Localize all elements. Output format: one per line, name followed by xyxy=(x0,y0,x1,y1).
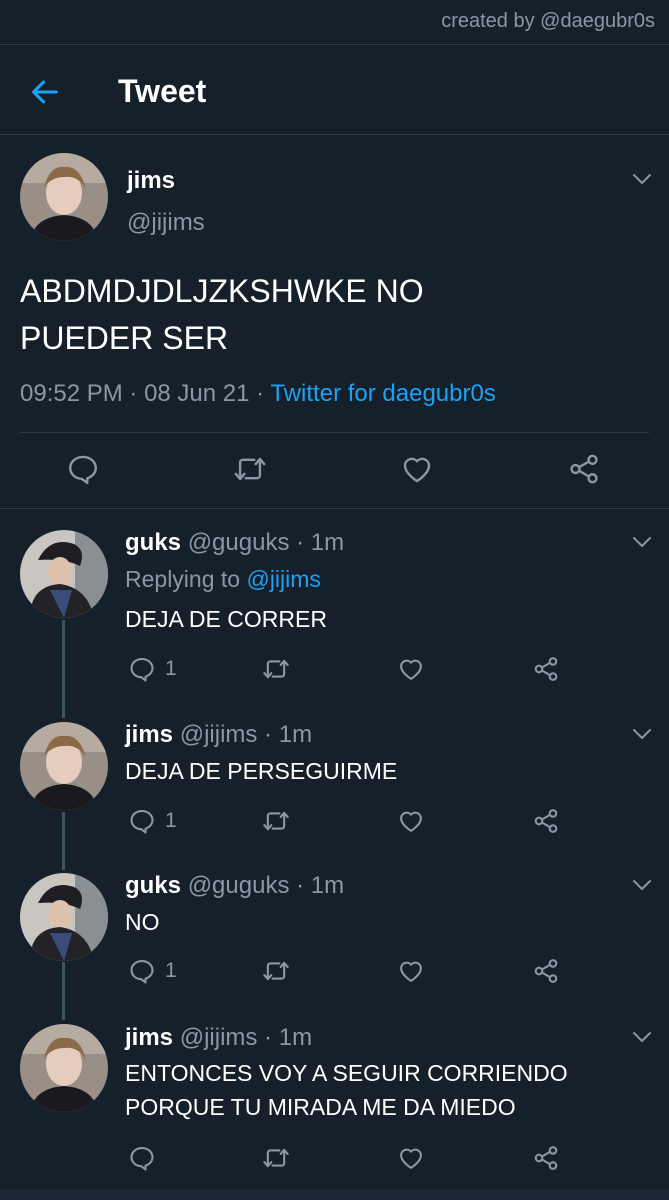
avatar[interactable] xyxy=(20,722,108,810)
author-handle[interactable]: @jijims xyxy=(180,721,258,748)
author-handle[interactable]: @jijims xyxy=(180,1024,258,1051)
avatar[interactable] xyxy=(20,530,108,618)
reply-count: 1 xyxy=(165,959,177,982)
reply-text: DEJA DE PERSEGUIRME xyxy=(125,758,398,784)
bottom-edge xyxy=(0,1190,669,1200)
divider xyxy=(0,508,669,509)
tweet-date: 08 Jun 21 xyxy=(144,380,250,407)
reply-icon[interactable] xyxy=(128,655,156,683)
retweet-icon[interactable] xyxy=(233,452,267,486)
reply-count: 1 xyxy=(165,657,177,680)
reply-text: DEJA DE CORRER xyxy=(125,606,327,632)
divider xyxy=(20,432,649,433)
retweet-icon[interactable] xyxy=(262,807,290,835)
credit-watermark: created by @daegubr0s xyxy=(441,10,655,32)
heart-icon[interactable] xyxy=(397,655,425,683)
chevron-down-icon[interactable] xyxy=(631,172,653,186)
tweet-time: 09:52 PM xyxy=(20,380,123,407)
thread-line xyxy=(62,812,65,870)
author-handle[interactable]: @guguks xyxy=(188,529,290,556)
reply-icon[interactable] xyxy=(66,452,100,486)
chevron-down-icon[interactable] xyxy=(631,535,653,549)
author-handle[interactable]: @guguks xyxy=(188,872,290,899)
author-handle[interactable]: @jijims xyxy=(127,209,205,237)
reply-text: ENTONCES VOY A SEGUIR CORRIENDO PORQUE T… xyxy=(125,1060,568,1120)
reply-time: 1m xyxy=(278,1024,313,1051)
replying-to: Replying to @jijims xyxy=(125,566,321,592)
avatar[interactable] xyxy=(20,153,108,241)
share-icon[interactable] xyxy=(532,807,560,835)
reply-icon[interactable] xyxy=(128,957,156,985)
share-icon[interactable] xyxy=(532,655,560,683)
share-icon[interactable] xyxy=(532,1144,560,1172)
mention-link[interactable]: @jijims xyxy=(246,566,320,592)
thread-line xyxy=(62,620,65,718)
chevron-down-icon[interactable] xyxy=(631,727,653,741)
avatar[interactable] xyxy=(20,873,108,961)
author-name[interactable]: jims xyxy=(125,1024,173,1051)
reply-count: 1 xyxy=(165,809,177,832)
heart-icon[interactable] xyxy=(397,1144,425,1172)
chevron-down-icon[interactable] xyxy=(631,878,653,892)
reply-time: 1m xyxy=(278,721,313,748)
reply-text: NO xyxy=(125,909,160,935)
retweet-icon[interactable] xyxy=(262,1144,290,1172)
reply-time: 1m xyxy=(310,872,345,899)
author-name[interactable]: jims xyxy=(125,721,173,748)
reply-icon[interactable] xyxy=(128,807,156,835)
author-name[interactable]: guks xyxy=(125,529,181,556)
top-bar: created by @daegubr0s xyxy=(0,0,669,44)
avatar[interactable] xyxy=(20,1024,108,1112)
author-name[interactable]: jims xyxy=(127,167,175,195)
author-name[interactable]: guks xyxy=(125,872,181,899)
tweet-source-link[interactable]: Twitter for daegubr0s xyxy=(270,380,495,407)
back-arrow-icon[interactable] xyxy=(28,75,62,109)
header: Tweet xyxy=(0,45,669,135)
heart-icon[interactable] xyxy=(397,807,425,835)
divider xyxy=(0,134,669,135)
reply-time: 1m xyxy=(310,529,345,556)
share-icon[interactable] xyxy=(532,957,560,985)
heart-icon[interactable] xyxy=(397,957,425,985)
page-title: Tweet xyxy=(118,73,207,109)
retweet-icon[interactable] xyxy=(262,957,290,985)
thread-line xyxy=(62,962,65,1020)
tweet-text: ABDMDJDLJZKSHWKE NO PUEDER SER xyxy=(20,273,424,356)
reply-icon[interactable] xyxy=(128,1144,156,1172)
chevron-down-icon[interactable] xyxy=(631,1030,653,1044)
tweet-meta: 09:52 PM · 08 Jun 21 · Twitter for daegu… xyxy=(20,380,496,407)
retweet-icon[interactable] xyxy=(262,655,290,683)
share-icon[interactable] xyxy=(567,452,601,486)
heart-icon[interactable] xyxy=(400,452,434,486)
